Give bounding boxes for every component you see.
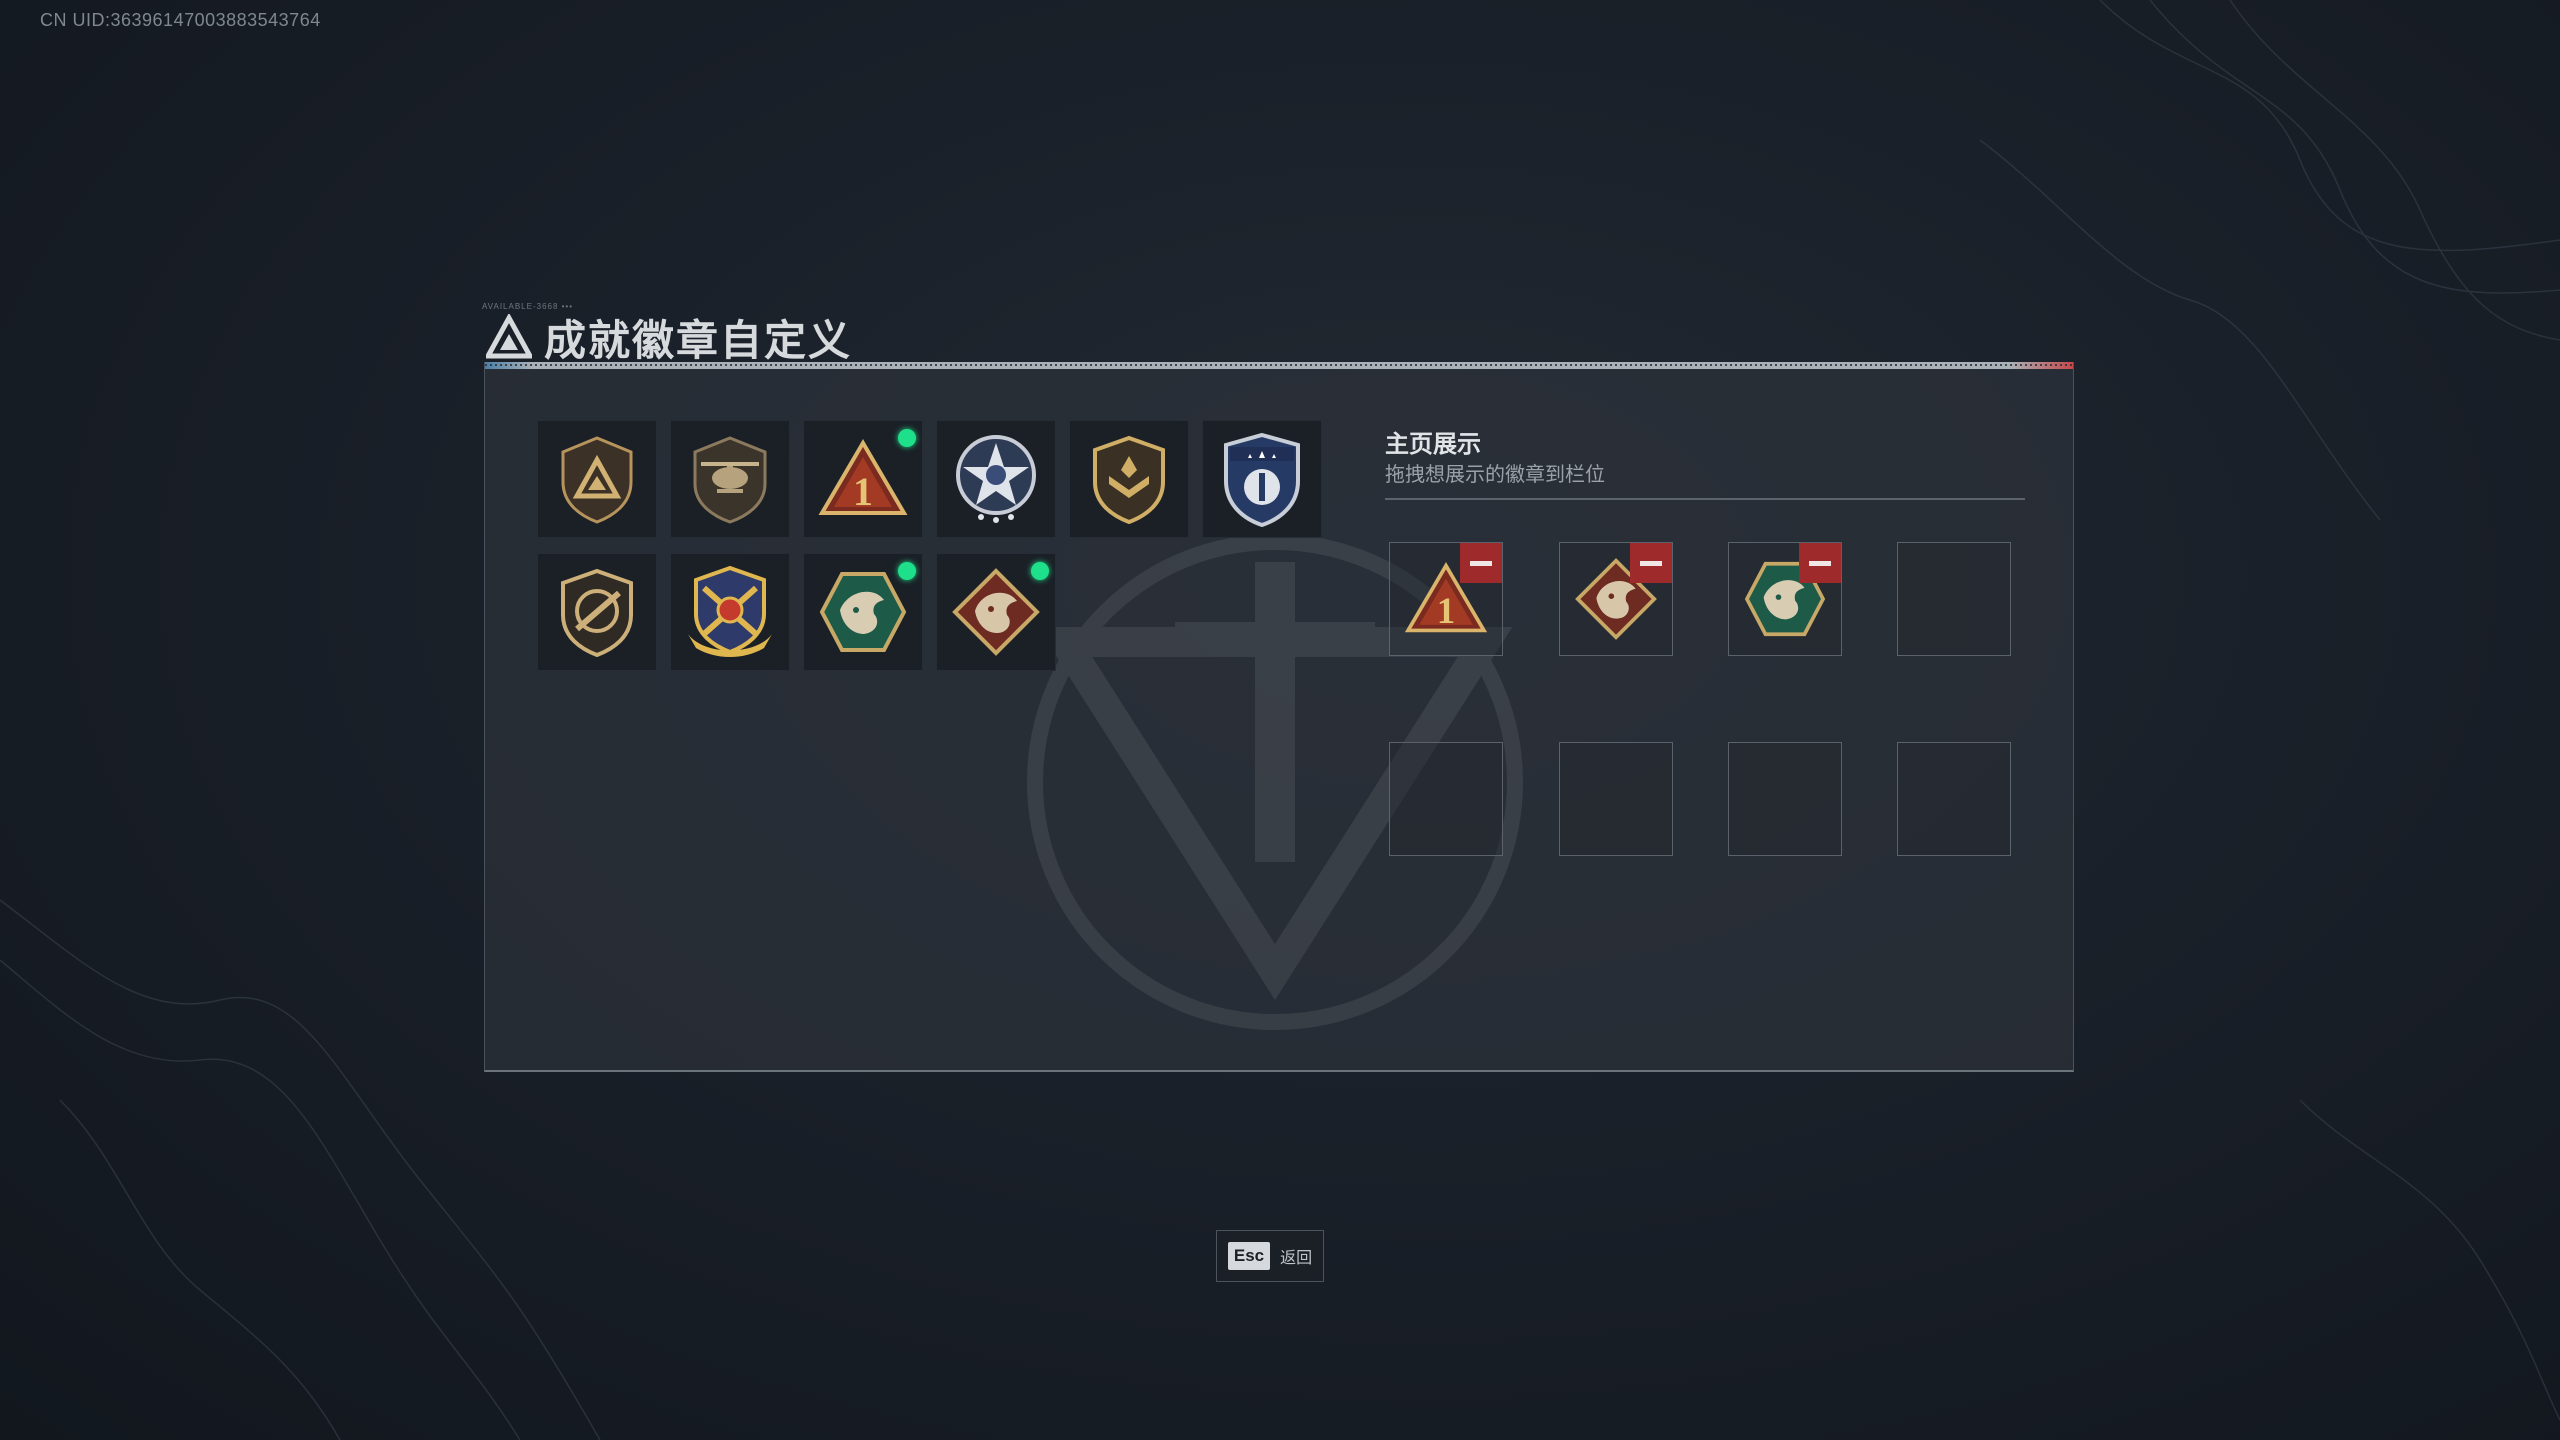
new-indicator: [1031, 562, 1049, 580]
helicopter-badge-icon: [693, 436, 767, 524]
remove-badge-button[interactable]: [1630, 543, 1672, 583]
badge-helicopter[interactable]: [670, 420, 790, 538]
showcase-slot-3[interactable]: [1728, 542, 1842, 656]
star-wreath-badge-icon: [956, 435, 1036, 523]
delta-logo-icon: [486, 314, 532, 359]
showcase-slot-8[interactable]: [1897, 742, 2011, 856]
badge-customize-panel: 1 主页展示 拖拽想展示的徽章到栏位 1: [484, 362, 2074, 1072]
showcase-title: 主页展示: [1385, 431, 1481, 458]
svg-text:1: 1: [853, 469, 873, 514]
svg-text:1: 1: [1437, 591, 1456, 632]
badge-tri-shield[interactable]: [537, 420, 657, 538]
remove-badge-button[interactable]: [1799, 543, 1841, 583]
badge-crossed-rifles[interactable]: [670, 553, 790, 671]
showcase-slot-5[interactable]: [1389, 742, 1503, 856]
back-label: 返回: [1280, 1250, 1313, 1267]
badge-gold-wing-shield[interactable]: [1069, 420, 1189, 538]
green-dragon-hex-badge-icon: [819, 572, 907, 652]
badge-blue-star-shield[interactable]: [1202, 420, 1322, 538]
showcase-slot-2[interactable]: [1559, 542, 1673, 656]
tri-shield-badge-icon: [561, 436, 633, 524]
showcase-subtitle: 拖拽想展示的徽章到栏位: [1385, 464, 1605, 486]
blue-star-shield-badge-icon: [1224, 432, 1300, 527]
page-header: 成就徽章自定义: [486, 306, 852, 368]
red-dragon-diamond-badge-icon: [952, 568, 1040, 656]
showcase-slot-6[interactable]: [1559, 742, 1673, 856]
showcase-slot-1[interactable]: 1: [1389, 542, 1503, 656]
badge-rifle-shield[interactable]: [537, 553, 657, 671]
rifle-shield-badge-icon: [561, 568, 633, 657]
badge-red-dragon[interactable]: [936, 553, 1056, 671]
new-indicator: [898, 429, 916, 447]
crossed-rifles-wing-badge-icon: [688, 565, 772, 657]
esc-key-hint: Esc: [1227, 1242, 1271, 1270]
remove-badge-button[interactable]: [1460, 543, 1502, 583]
badge-green-dragon[interactable]: [803, 553, 923, 671]
gold-wing-shield-badge-icon: [1093, 435, 1165, 524]
badge-number-one[interactable]: 1: [803, 420, 923, 538]
minus-icon: [1640, 560, 1662, 566]
panel-top-bar: [485, 362, 2073, 369]
badge-star-wreath[interactable]: [936, 420, 1056, 538]
showcase-divider: [1385, 498, 2025, 500]
new-indicator: [898, 562, 916, 580]
back-button[interactable]: Esc 返回: [1216, 1230, 1324, 1282]
number-one-triangle-badge-icon: 1: [818, 439, 908, 515]
player-uid: CN UID:3639614700388354376​4: [40, 10, 321, 30]
showcase-slot-7[interactable]: [1728, 742, 1842, 856]
showcase-slot-4[interactable]: [1897, 542, 2011, 656]
page-title: 成就徽章自定义: [544, 316, 853, 364]
minus-icon: [1470, 560, 1492, 566]
minus-icon: [1809, 560, 1831, 566]
